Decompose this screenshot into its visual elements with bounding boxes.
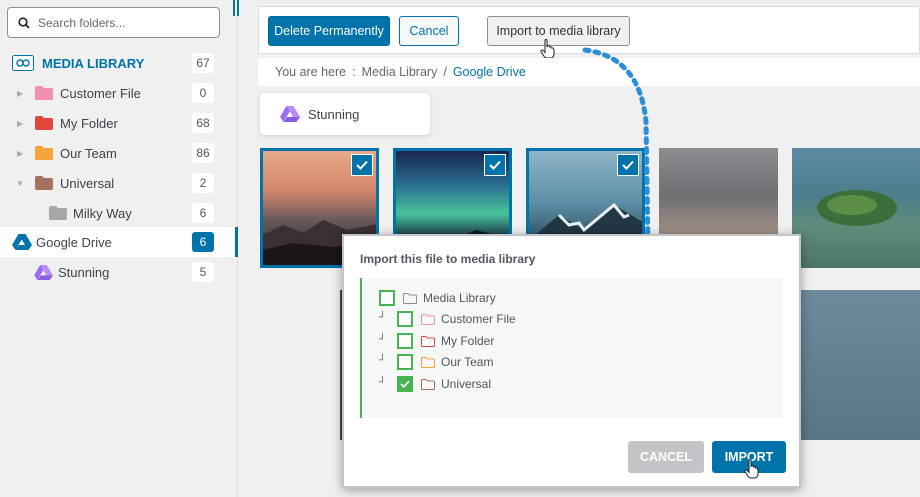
caret-right-icon[interactable]: ▶	[17, 149, 23, 158]
google-drive-folder-icon	[280, 106, 300, 122]
tree-branch-icon: ┘	[379, 355, 387, 366]
option-media-library[interactable]: Media Library	[379, 289, 496, 307]
folder-count: 86	[192, 143, 214, 163]
breadcrumb-prefix: You are here	[275, 65, 347, 79]
folder-outline-icon	[421, 378, 435, 390]
option-label: Our Team	[441, 355, 494, 369]
folder-icon	[35, 176, 53, 190]
sidebar-item-our-team[interactable]: ▶ Our Team 86	[0, 138, 238, 168]
folder-count: 6	[192, 232, 214, 252]
folder-count: 5	[192, 262, 214, 282]
sidebar-item-label: Our Team	[60, 145, 117, 161]
sidebar-item-label: Stunning	[58, 264, 110, 280]
sidebar: MEDIA LIBRARY 67 ▶ Customer File 0 ▶ My …	[0, 0, 238, 497]
folder-count: 67	[192, 53, 214, 73]
caret-right-icon[interactable]: ▶	[17, 119, 23, 128]
google-drive-folder-icon	[34, 264, 53, 280]
folder-icon	[35, 86, 53, 100]
folder-options-panel: Media Library ┘ Customer File ┘ My Folde…	[360, 278, 783, 418]
sidebar-item-google-drive[interactable]: Google Drive 6	[0, 227, 238, 257]
folder-count: 0	[192, 83, 214, 103]
cancel-button[interactable]: Cancel	[399, 16, 459, 46]
checkbox-unchecked-icon[interactable]	[379, 290, 395, 306]
sidebar-item-label: MEDIA LIBRARY	[42, 55, 145, 71]
folder-outline-icon	[421, 335, 435, 347]
media-library-icon	[12, 55, 34, 71]
import-dialog: Import this file to media library Media …	[342, 234, 801, 488]
tree-branch-icon: ┘	[379, 312, 387, 323]
hand-cursor-icon	[540, 39, 555, 59]
checkbox-checked-icon[interactable]	[397, 376, 413, 392]
dialog-title: Import this file to media library	[360, 252, 536, 266]
search-input[interactable]	[38, 15, 208, 30]
folder-outline-icon	[421, 356, 435, 368]
folder-count: 68	[192, 113, 214, 133]
checkbox-unchecked-icon[interactable]	[397, 333, 413, 349]
sidebar-item-stunning[interactable]: Stunning 5	[0, 257, 238, 287]
folder-outline-icon	[403, 292, 417, 304]
google-drive-icon	[12, 234, 32, 250]
folder-card-stunning[interactable]: Stunning	[260, 93, 430, 135]
sidebar-item-media-library[interactable]: MEDIA LIBRARY 67	[0, 48, 238, 78]
folder-icon	[35, 116, 53, 130]
breadcrumb-google-drive[interactable]: Google Drive	[453, 65, 526, 79]
hand-cursor-icon	[744, 459, 759, 479]
caret-down-icon[interactable]: ▼	[16, 179, 24, 188]
option-label: My Folder	[441, 334, 495, 348]
option-customer-file[interactable]: ┘ Customer File	[379, 310, 516, 328]
sidebar-item-label: Customer File	[60, 85, 141, 101]
tree-branch-icon: ┘	[379, 334, 387, 345]
breadcrumb-colon: :	[352, 65, 356, 79]
checkbox-checked-icon[interactable]	[351, 154, 373, 176]
caret-right-icon[interactable]: ▶	[17, 89, 23, 98]
option-our-team[interactable]: ┘ Our Team	[379, 353, 493, 371]
tree-branch-icon: ┘	[379, 377, 387, 388]
breadcrumb-media-library[interactable]: Media Library	[362, 65, 438, 79]
dialog-cancel-button[interactable]: CANCEL	[628, 441, 704, 473]
resize-handle[interactable]	[233, 0, 243, 16]
image-thumbnail-island[interactable]	[792, 148, 920, 268]
sidebar-item-label: Milky Way	[73, 205, 132, 221]
checkbox-unchecked-icon[interactable]	[397, 354, 413, 370]
folder-card-label: Stunning	[308, 106, 360, 122]
folder-icon	[35, 146, 53, 160]
island-shape	[817, 190, 897, 226]
search-icon	[18, 16, 30, 29]
sidebar-item-universal[interactable]: ▼ Universal 2	[0, 168, 238, 198]
folder-count: 6	[192, 203, 214, 223]
option-label: Universal	[441, 377, 492, 391]
sidebar-item-label: Google Drive	[36, 234, 112, 250]
sidebar-item-milky-way[interactable]: Milky Way 6	[0, 198, 238, 228]
sidebar-item-my-folder[interactable]: ▶ My Folder 68	[0, 108, 238, 138]
sidebar-item-customer-file[interactable]: ▶ Customer File 0	[0, 78, 238, 108]
sidebar-item-label: My Folder	[60, 115, 118, 131]
sidebar-item-label: Universal	[60, 175, 115, 191]
option-label: Media Library	[423, 291, 496, 305]
folder-icon	[49, 206, 67, 220]
folder-outline-icon	[421, 313, 435, 325]
breadcrumb-separator: /	[443, 65, 447, 79]
search-box[interactable]	[7, 7, 220, 38]
folder-count: 2	[192, 173, 214, 193]
checkbox-checked-icon[interactable]	[484, 154, 506, 176]
background-image	[801, 290, 920, 440]
option-universal[interactable]: ┘ Universal	[379, 375, 491, 393]
checkbox-unchecked-icon[interactable]	[397, 311, 413, 327]
delete-permanently-button[interactable]: Delete Permanently	[268, 16, 390, 46]
option-label: Customer File	[441, 312, 516, 326]
option-my-folder[interactable]: ┘ My Folder	[379, 332, 494, 350]
